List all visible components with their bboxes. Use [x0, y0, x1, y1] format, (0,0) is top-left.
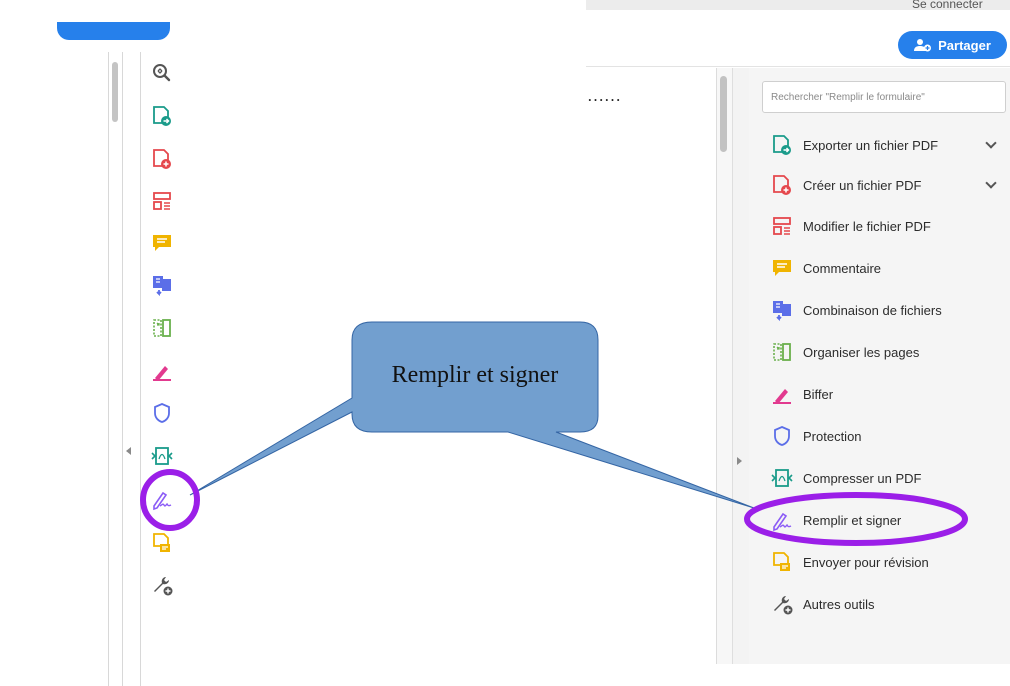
fill-sign-icon[interactable] — [150, 487, 174, 511]
tool-item-protection[interactable]: Protection — [770, 422, 1005, 450]
protect-icon — [770, 424, 794, 448]
more-tools-icon[interactable] — [150, 573, 174, 597]
tool-item-label: Biffer — [803, 386, 834, 402]
tool-item-label: Autres outils — [803, 596, 875, 612]
scrollbar[interactable] — [720, 76, 727, 152]
tool-item-export-pdf[interactable]: Exporter un fichier PDF — [770, 131, 1005, 159]
tool-search-input[interactable]: Rechercher "Remplir le formulaire" — [762, 81, 1006, 113]
export-pdf-icon — [770, 133, 794, 157]
share-button-label: Partager — [938, 37, 991, 53]
combine-files-icon[interactable] — [150, 273, 174, 297]
compress-pdf-icon[interactable] — [150, 444, 174, 468]
tool-item-fill-sign[interactable]: Remplir et signer — [770, 506, 1005, 534]
more-tools-icon — [770, 592, 794, 616]
fill-sign-icon — [770, 508, 794, 532]
organize-pages-icon — [770, 340, 794, 364]
tool-item-label: Envoyer pour révision — [803, 554, 929, 570]
tool-item-label: Commentaire — [803, 260, 882, 276]
tool-item-send-review[interactable]: Envoyer pour révision — [770, 548, 1005, 576]
tool-item-label: Combinaison de fichiers — [803, 302, 942, 318]
organize-pages-icon[interactable] — [150, 316, 174, 340]
comment-icon[interactable] — [150, 231, 174, 255]
chevron-down-icon[interactable] — [985, 137, 997, 149]
redact-icon[interactable] — [150, 359, 174, 383]
tool-item-more-tools[interactable]: Autres outils — [770, 590, 1005, 618]
sign-in-button-partial[interactable] — [57, 22, 170, 40]
callout-label: Remplir et signer — [391, 362, 559, 388]
document-text: …… — [587, 86, 621, 105]
compress-pdf-icon — [770, 466, 794, 490]
tool-item-redact[interactable]: Biffer — [770, 380, 1005, 408]
divider — [108, 52, 109, 686]
send-review-icon — [770, 550, 794, 574]
share-button[interactable]: Partager — [898, 31, 1007, 59]
tool-item-label: Organiser les pages — [803, 344, 920, 360]
comment-icon — [770, 256, 794, 280]
redact-icon — [770, 382, 794, 406]
tool-item-create-pdf[interactable]: Créer un fichier PDF — [770, 171, 1005, 199]
divider — [122, 52, 123, 686]
divider — [140, 52, 141, 686]
tool-item-label: Protection — [803, 428, 862, 444]
send-review-icon[interactable] — [150, 531, 174, 555]
tool-item-label: Compresser un PDF — [803, 470, 922, 486]
tool-item-label: Remplir et signer — [803, 512, 902, 528]
tool-item-organize-pages[interactable]: Organiser les pages — [770, 338, 1005, 366]
pane-splitter[interactable] — [732, 68, 750, 664]
tool-item-comment[interactable]: Commentaire — [770, 254, 1005, 282]
protect-icon[interactable] — [150, 401, 174, 425]
scrollbar[interactable] — [112, 62, 118, 122]
create-pdf-icon[interactable] — [150, 147, 174, 171]
scrollbar-track[interactable] — [717, 68, 732, 664]
sign-in-link[interactable]: Se connecter — [912, 0, 983, 10]
create-pdf-icon — [770, 173, 794, 197]
collapse-arrow-icon[interactable] — [126, 447, 131, 455]
divider — [716, 68, 717, 664]
combine-files-icon — [770, 298, 794, 322]
export-pdf-icon[interactable] — [150, 104, 174, 128]
edit-pdf-icon — [770, 214, 794, 238]
add-user-icon — [914, 38, 932, 52]
tool-item-compress-pdf[interactable]: Compresser un PDF — [770, 464, 1005, 492]
edit-pdf-icon[interactable] — [150, 189, 174, 213]
tool-item-label: Modifier le fichier PDF — [803, 218, 931, 234]
callout-bubble — [189, 321, 755, 509]
tool-item-label: Exporter un fichier PDF — [803, 137, 939, 153]
tool-item-edit-pdf[interactable]: Modifier le fichier PDF — [770, 212, 1005, 240]
zoom-icon[interactable] — [150, 61, 174, 85]
expand-arrow-icon[interactable] — [737, 457, 742, 465]
tool-item-label: Créer un fichier PDF — [803, 177, 922, 193]
tool-item-combine-files[interactable]: Combinaison de fichiers — [770, 296, 1005, 324]
chevron-down-icon[interactable] — [985, 177, 997, 189]
